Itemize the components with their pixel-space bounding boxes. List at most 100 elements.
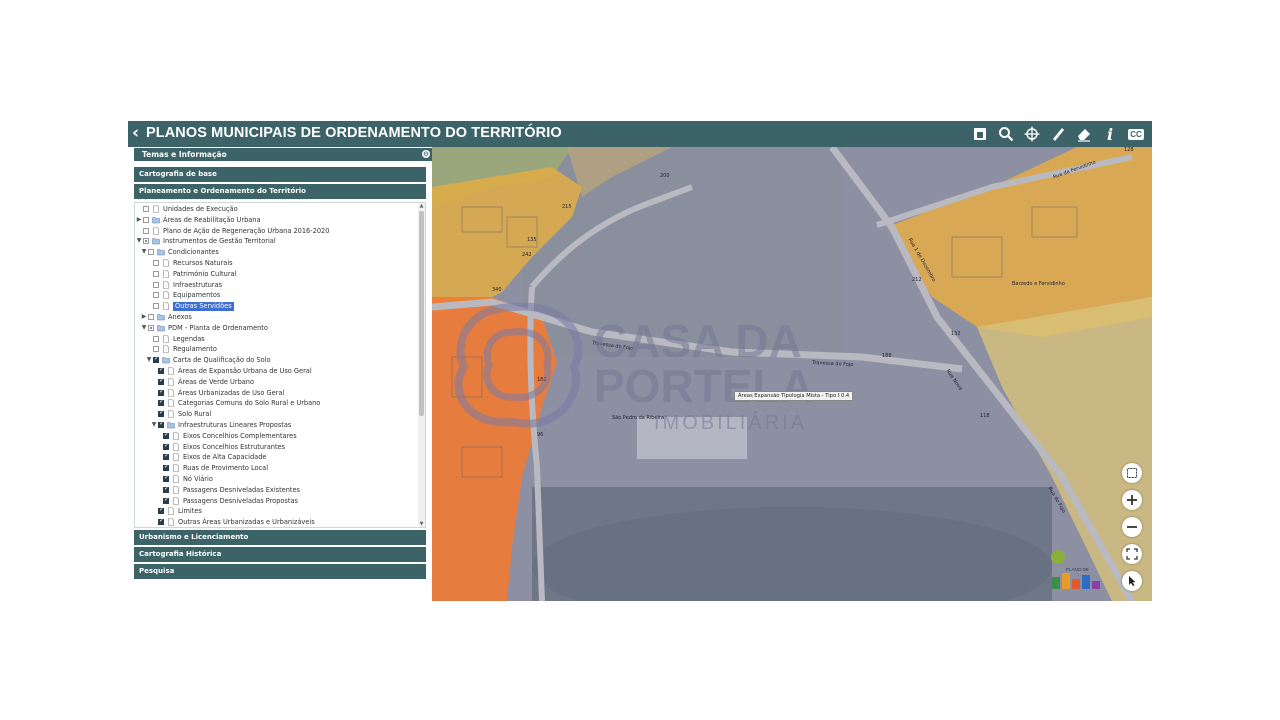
layer-checkbox[interactable] [163, 474, 169, 482]
themes-panel: Temas e Informação ⊖ Cartografia de base… [128, 147, 433, 601]
eraser-icon[interactable] [1074, 124, 1094, 144]
tree-item[interactable]: ▼ Carta de Qualificação do Solo [135, 355, 417, 367]
layer-checkbox[interactable] [153, 281, 159, 288]
layer-checkbox[interactable] [163, 463, 169, 472]
cc-icon[interactable]: CC [1126, 124, 1146, 144]
tree-item[interactable]: Outras Servidões [135, 302, 417, 313]
tree-item[interactable]: Limites [135, 506, 417, 518]
layer-checkbox[interactable] [153, 303, 159, 310]
expanded-arrow-icon[interactable]: ▼ [136, 237, 142, 244]
tree-item[interactable]: Equipamentos [135, 291, 417, 302]
tree-item[interactable]: Regulamento [135, 345, 417, 356]
layer-checkbox[interactable] [148, 249, 154, 256]
tree-item[interactable]: Eixos de Alta Capacidade [135, 452, 417, 464]
layer-checkbox[interactable] [153, 259, 159, 266]
layer-checkbox[interactable] [143, 206, 149, 212]
scrollbar-thumb[interactable] [419, 211, 424, 416]
layer-checkbox[interactable] [163, 485, 169, 493]
tree-item[interactable]: ▶ Anexos [135, 313, 417, 324]
select-area-icon[interactable] [970, 124, 990, 144]
tree-item[interactable]: Unidades de Execução [135, 205, 417, 216]
tree-item[interactable]: ▼ Instrumentos de Gestão Territorial [135, 237, 417, 248]
crosshair-icon[interactable] [1022, 124, 1042, 144]
layer-checkbox[interactable] [153, 346, 159, 353]
tree-item[interactable]: Eixos Concelhios Estruturantes [135, 442, 417, 454]
expanded-arrow-icon[interactable]: ▼ [146, 356, 152, 363]
layer-checkbox[interactable] [153, 355, 159, 364]
layer-checkbox[interactable] [158, 398, 164, 407]
layer-checkbox[interactable] [158, 517, 164, 526]
map-view[interactable]: Barzedo e Fervidinho São Pedro da Ribeir… [432, 147, 1152, 601]
tree-item[interactable]: ▼ Infraestruturas Lineares Propostas [135, 420, 417, 432]
tree-item[interactable]: Categorias Comuns do Solo Rural e Urbano [135, 398, 417, 410]
layer-checkbox[interactable] [153, 292, 159, 299]
collapse-icon[interactable]: ⊖ [422, 150, 430, 158]
tree-item[interactable]: ▼ Condicionantes [135, 248, 417, 259]
tree-item[interactable]: Ruas de Provimento Local [135, 463, 417, 475]
layer-checkbox[interactable] [158, 366, 164, 374]
themes-panel-header[interactable]: Temas e Informação ⊖ [134, 148, 432, 161]
layer-checkbox[interactable] [158, 420, 164, 428]
layer-checkbox[interactable] [158, 388, 164, 396]
layer-checkbox[interactable] [158, 377, 164, 385]
scroll-up-icon[interactable]: ▲ [419, 203, 424, 209]
pointer-icon[interactable] [1122, 571, 1142, 591]
layer-checkbox[interactable] [158, 506, 164, 515]
folder-icon [162, 357, 170, 364]
tree-item[interactable]: Outras Áreas Urbanizadas e Urbanizáveis [135, 517, 417, 527]
section-urbanismo[interactable]: Urbanismo e Licenciamento [134, 530, 426, 545]
layer-checkbox[interactable] [153, 270, 159, 277]
tree-item[interactable]: Passagens Desniveladas Propostas [135, 496, 417, 508]
fullscreen-icon[interactable] [1122, 544, 1142, 564]
layer-checkbox[interactable] [143, 216, 149, 223]
tree-item[interactable]: Áreas de Expansão Urbana de Uso Geral [135, 366, 417, 378]
expanded-arrow-icon[interactable]: ▼ [151, 421, 157, 428]
tree-item[interactable]: Passagens Desniveladas Existentes [135, 485, 417, 497]
tree-item[interactable]: Solo Rural [135, 409, 417, 421]
measure-ruler-icon[interactable] [1048, 124, 1068, 144]
tree-item[interactable]: ▼ PDM - Planta de Ordenamento [135, 324, 417, 335]
file-icon [168, 377, 174, 386]
tree-item[interactable]: Eixos Concelhios Complementares [135, 431, 417, 443]
file-icon [168, 367, 174, 375]
tree-item[interactable]: Legendas [135, 335, 417, 346]
layer-checkbox[interactable] [143, 227, 149, 234]
collapsed-arrow-icon[interactable]: ▶ [141, 313, 147, 320]
layer-checkbox[interactable] [163, 496, 169, 504]
tree-item[interactable]: Património Cultural [135, 270, 417, 281]
layer-checkbox[interactable] [163, 452, 169, 461]
expanded-arrow-icon[interactable]: ▼ [141, 248, 147, 255]
section-cartografia-historica[interactable]: Cartografia Histórica [134, 547, 426, 562]
tree-item[interactable]: Áreas Urbanizadas de Uso Geral [135, 388, 417, 400]
tree-item[interactable]: Infraestruturas [135, 281, 417, 292]
parcel-number: 118 [980, 413, 990, 419]
layer-checkbox[interactable] [163, 442, 169, 450]
expanded-arrow-icon[interactable]: ▼ [141, 324, 147, 331]
section-cartografia-base[interactable]: Cartografia de base [134, 167, 426, 182]
section-planeamento[interactable]: Planeamento e Ordenamento do Território [134, 184, 426, 199]
tree-item[interactable]: Áreas de Verde Urbano [135, 377, 417, 389]
layer-checkbox[interactable] [158, 409, 164, 418]
layer-checkbox[interactable] [143, 238, 149, 245]
file-icon [163, 291, 169, 300]
info-icon[interactable]: i [1100, 124, 1120, 144]
tree-item[interactable]: Nó Viário [135, 474, 417, 486]
search-icon[interactable] [996, 124, 1016, 144]
tree-item[interactable]: Recursos Naturais [135, 259, 417, 270]
layer-checkbox[interactable] [153, 335, 159, 342]
layer-checkbox[interactable] [148, 324, 154, 331]
zoom-in-icon[interactable] [1122, 490, 1142, 510]
layer-checkbox[interactable] [163, 431, 169, 439]
tree-item[interactable]: ▶ Áreas de Reabilitação Urbana [135, 216, 417, 227]
tree-item[interactable]: Plano de Ação de Regeneração Urbana 2016… [135, 227, 417, 238]
zoom-out-icon[interactable] [1122, 517, 1142, 537]
scroll-down-icon[interactable]: ▼ [419, 521, 424, 527]
watermark: CASA DA PORTELA IMOBILIÁRIA [454, 302, 814, 434]
chevron-left-icon[interactable]: ‹ [132, 124, 139, 142]
section-pesquisa[interactable]: Pesquisa [134, 564, 426, 579]
tree-scrollbar[interactable]: ▲ ▼ [418, 203, 425, 527]
select-box-icon[interactable] [1122, 463, 1142, 483]
layer-checkbox[interactable] [148, 313, 154, 320]
parcel-number: 215 [562, 204, 572, 210]
collapsed-arrow-icon[interactable]: ▶ [136, 216, 142, 223]
